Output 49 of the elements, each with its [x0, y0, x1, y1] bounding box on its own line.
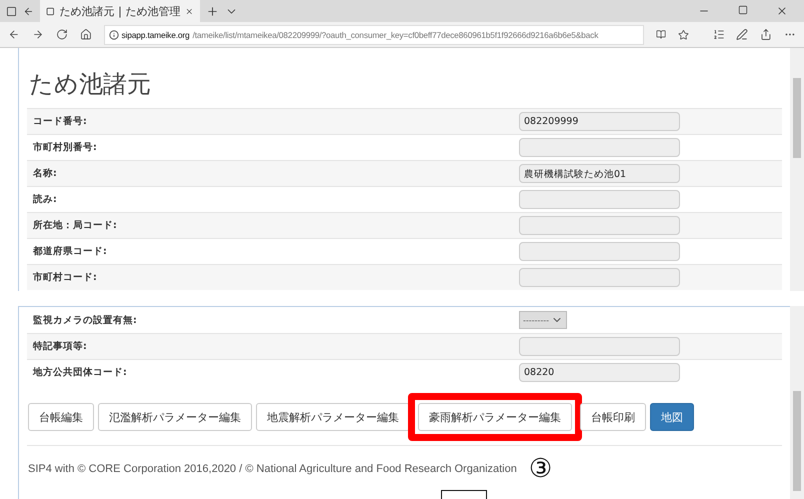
input-field[interactable]: [519, 337, 680, 356]
annotation-number: ③: [528, 454, 552, 484]
action-button[interactable]: 豪雨解析パラメーター編集: [418, 403, 572, 431]
field-label: 都道府県コード:: [33, 245, 108, 258]
scrollbar[interactable]: [790, 48, 804, 291]
input-field[interactable]: [519, 268, 680, 287]
scrollbar[interactable]: [790, 306, 804, 499]
input-field[interactable]: 082209999: [519, 112, 680, 131]
url-path: /tameike/list/mtameikea/082209999/?oauth_consumer_key=cf0beff77dece860961b5f1f92666d9216a6b6e5&back: [192, 30, 598, 40]
page-icon: [46, 6, 55, 16]
field-label: 所在地：局コード:: [33, 219, 118, 232]
field-label: 名称:: [33, 167, 58, 180]
field-label: 市町村別番号:: [33, 141, 98, 154]
action-button[interactable]: 氾濫解析パラメーター編集: [98, 403, 252, 431]
close-icon[interactable]: [776, 5, 788, 17]
star-icon[interactable]: [678, 28, 688, 40]
action-button[interactable]: 地震解析パラメーター編集: [256, 403, 410, 431]
input-field[interactable]: 08220: [519, 363, 680, 382]
field-label: 市町村コード:: [33, 271, 98, 284]
share-icon[interactable]: [760, 28, 772, 41]
field-label: 地方公共団体コード:: [33, 366, 128, 379]
input-field[interactable]: [519, 190, 680, 209]
tab-title: ため池諸元 | ため池管理: [60, 4, 180, 18]
select-field[interactable]: ---------: [519, 311, 567, 329]
pen-icon[interactable]: [736, 28, 748, 41]
input-field[interactable]: 農研機構試験ため池01: [519, 164, 680, 183]
field-label: コード番号:: [33, 115, 88, 128]
input-field[interactable]: [519, 216, 680, 235]
action-button[interactable]: 台帳編集: [28, 403, 94, 431]
forward-icon[interactable]: [32, 28, 44, 41]
back-icon[interactable]: [8, 28, 20, 41]
address-bar[interactable]: sipapp.tameike.org /tameike/list/mtameikea/082209999/?oauth_consumer_key=cf0beff77dece860961b5f1f92666d9216a6b6e5&back: [104, 24, 644, 44]
browser-tab[interactable]: ため池諸元 | ため池管理: [40, 0, 200, 22]
home-icon[interactable]: [80, 28, 92, 41]
input-field[interactable]: [519, 138, 680, 157]
action-button[interactable]: 地図: [650, 403, 694, 431]
input-field[interactable]: [519, 242, 680, 261]
action-button[interactable]: 台帳印刷: [580, 403, 646, 431]
field-label: 監視カメラの設置有無:: [33, 314, 138, 326]
maximize-icon[interactable]: [738, 5, 748, 15]
reading-view-icon[interactable]: [656, 29, 666, 40]
footer-text: SIP4 with © CORE Corporation 2016,2020 / © National Agriculture and Food Research Organization: [28, 463, 517, 475]
page-heading: ため池諸元: [28, 69, 152, 100]
new-tab-icon[interactable]: [206, 4, 219, 18]
url-host: sipapp.tameike.org: [122, 30, 190, 40]
field-label: 読み:: [33, 193, 58, 206]
field-label: 特記事項等:: [33, 340, 88, 353]
info-icon: [108, 30, 118, 40]
refresh-icon[interactable]: [56, 28, 68, 41]
